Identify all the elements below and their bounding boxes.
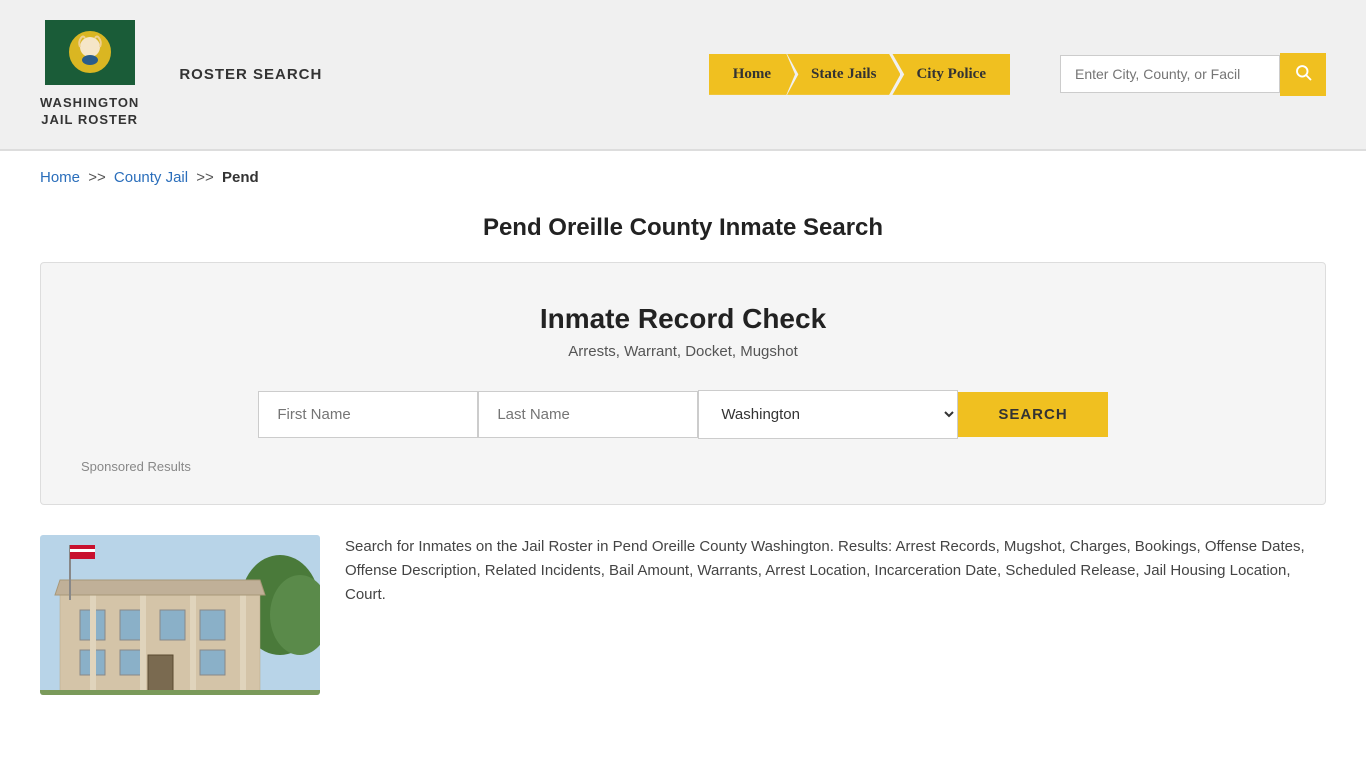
first-name-input[interactable]: [258, 391, 478, 438]
logo-flag-icon: [45, 20, 135, 95]
header-search-button[interactable]: [1280, 53, 1326, 96]
main-nav: Home State Jails City Police: [709, 54, 1010, 95]
info-description: Search for Inmates on the Jail Roster in…: [345, 535, 1326, 607]
bottom-info-section: Search for Inmates on the Jail Roster in…: [40, 535, 1326, 695]
main-content: Inmate Record Check Arrests, Warrant, Do…: [0, 262, 1366, 725]
record-check-box: Inmate Record Check Arrests, Warrant, Do…: [40, 262, 1326, 505]
sponsored-results-label: Sponsored Results: [71, 459, 1295, 474]
breadcrumb-current: Pend: [222, 169, 259, 186]
search-button[interactable]: SEARCH: [958, 392, 1107, 437]
header-search-bar: [1060, 53, 1326, 96]
breadcrumb: Home >> County Jail >> Pend: [0, 151, 1366, 204]
site-header: WASHINGTON JAIL ROSTER ROSTER SEARCH Hom…: [0, 0, 1366, 151]
state-select[interactable]: Washington Alabama Alaska Arizona Califo…: [698, 390, 958, 439]
record-check-subtitle: Arrests, Warrant, Docket, Mugshot: [71, 343, 1295, 360]
logo-link[interactable]: WASHINGTON JAIL ROSTER: [40, 20, 139, 129]
record-check-title: Inmate Record Check: [71, 303, 1295, 335]
nav-home-button[interactable]: Home: [709, 54, 795, 95]
page-title: Pend Oreille County Inmate Search: [40, 214, 1326, 242]
search-icon: [1294, 63, 1312, 81]
building-image: [40, 535, 320, 695]
nav-city-police-button[interactable]: City Police: [892, 54, 1010, 95]
breadcrumb-county-jail-link[interactable]: County Jail: [114, 169, 188, 186]
breadcrumb-home-link[interactable]: Home: [40, 169, 80, 186]
inmate-search-form: Washington Alabama Alaska Arizona Califo…: [71, 390, 1295, 439]
last-name-input[interactable]: [478, 391, 698, 438]
logo-text: WASHINGTON JAIL ROSTER: [40, 95, 139, 129]
breadcrumb-sep2: >>: [196, 169, 214, 186]
breadcrumb-sep1: >>: [88, 169, 106, 186]
roster-search-label: ROSTER SEARCH: [179, 66, 322, 83]
nav-state-jails-button[interactable]: State Jails: [787, 54, 900, 95]
header-search-input[interactable]: [1060, 55, 1280, 93]
